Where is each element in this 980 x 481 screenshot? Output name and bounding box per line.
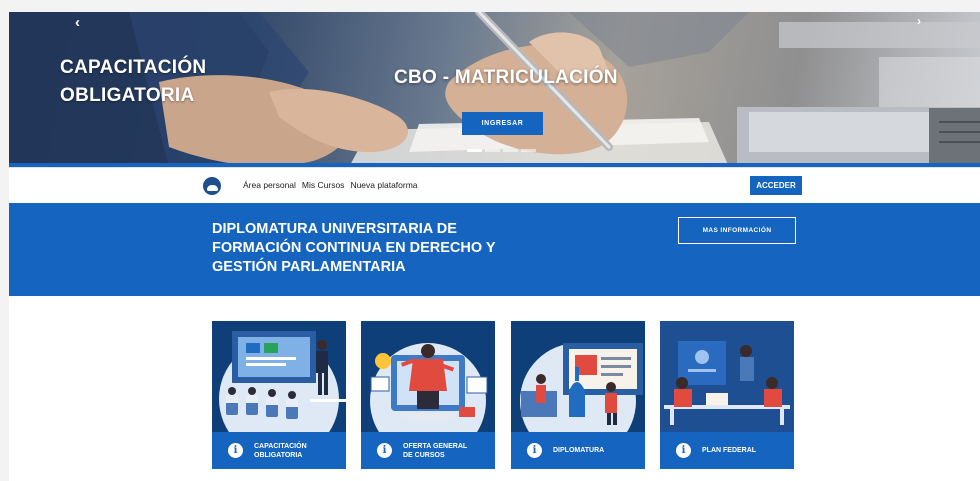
card-title: PLAN FEDERAL <box>702 446 756 455</box>
banner-title: DIPLOMATURA UNIVERSITARIA DE FORMACIÓN C… <box>212 221 496 275</box>
card-label: i PLAN FEDERAL <box>660 432 794 469</box>
top-navbar: Área personal Mis Cursos Nueva plataform… <box>9 167 980 203</box>
card-title-line2: OBLIGATORIA <box>254 451 303 459</box>
card-title-line1: DIPLOMATURA <box>553 447 605 454</box>
card-title-line1: CAPACITACIÓN <box>254 442 307 450</box>
info-icon: i <box>676 443 691 458</box>
card-label: i DIPLOMATURA <box>511 432 645 469</box>
card-illustration-meeting <box>660 321 794 432</box>
card-title: OFERTA GENERAL DE CURSOS <box>403 442 467 460</box>
carousel-indicators <box>467 149 536 152</box>
hero-title: CBO - MATRICULACIÓN <box>394 67 618 88</box>
site-logo-icon[interactable] <box>203 177 221 195</box>
carousel-prev-icon[interactable]: ‹ <box>75 14 80 31</box>
card-label: i OFERTA GENERAL DE CURSOS <box>361 432 495 469</box>
card-title: CAPACITACIÓN OBLIGATORIA <box>254 442 307 460</box>
card-capacitacion-obligatoria[interactable]: i CAPACITACIÓN OBLIGATORIA <box>212 321 346 469</box>
mas-informacion-button[interactable]: MAS INFORMACIÓN <box>678 217 796 244</box>
card-illustration-online-courses <box>370 343 488 432</box>
card-title-line2: DE CURSOS <box>403 451 445 459</box>
diplomatura-banner: DIPLOMATURA UNIVERSITARIA DE FORMACIÓN C… <box>9 203 980 296</box>
card-illustration-classroom <box>219 331 346 432</box>
info-icon: i <box>228 443 243 458</box>
carousel-next-icon[interactable]: › <box>917 14 921 28</box>
card-diplomatura[interactable]: i DIPLOMATURA <box>511 321 645 469</box>
page: ‹ › CAPACITACIÓN OBLIGATORIA CBO - MATRI… <box>9 12 980 481</box>
card-title: DIPLOMATURA <box>553 446 604 455</box>
card-oferta-general[interactable]: i OFERTA GENERAL DE CURSOS <box>361 321 495 469</box>
acceder-button[interactable]: ACCEDER <box>750 176 802 195</box>
card-title-line1: OFERTA GENERAL <box>403 442 468 450</box>
info-icon: i <box>527 443 542 458</box>
carousel-indicator-1[interactable] <box>467 149 482 152</box>
nav-link-area-personal[interactable]: Área personal <box>243 180 296 190</box>
carousel-indicator-4[interactable] <box>521 149 536 152</box>
hero-side-title-line2: OBLIGATORIA <box>60 85 195 106</box>
hero-side-title: CAPACITACIÓN OBLIGATORIA <box>60 54 206 110</box>
nav-link-nueva-plataforma[interactable]: Nueva plataforma <box>350 180 417 190</box>
info-icon: i <box>377 443 392 458</box>
card-label: i CAPACITACIÓN OBLIGATORIA <box>212 432 346 469</box>
browser-viewport: ‹ › CAPACITACIÓN OBLIGATORIA CBO - MATRI… <box>0 0 980 481</box>
carousel-indicator-3[interactable] <box>503 149 518 152</box>
hero-side-title-line1: CAPACITACIÓN <box>60 57 207 78</box>
carousel-indicator-2[interactable] <box>485 149 500 152</box>
nav-link-mis-cursos[interactable]: Mis Cursos <box>302 180 345 190</box>
card-title-line1: PLAN FEDERAL <box>702 447 757 454</box>
ingresar-button[interactable]: INGRESAR <box>462 112 543 135</box>
nav-links: Área personal Mis Cursos Nueva plataform… <box>243 180 418 190</box>
card-plan-federal[interactable]: i PLAN FEDERAL <box>660 321 794 469</box>
hero-carousel: ‹ › CAPACITACIÓN OBLIGATORIA CBO - MATRI… <box>9 12 980 167</box>
card-illustration-graduation <box>520 343 643 432</box>
